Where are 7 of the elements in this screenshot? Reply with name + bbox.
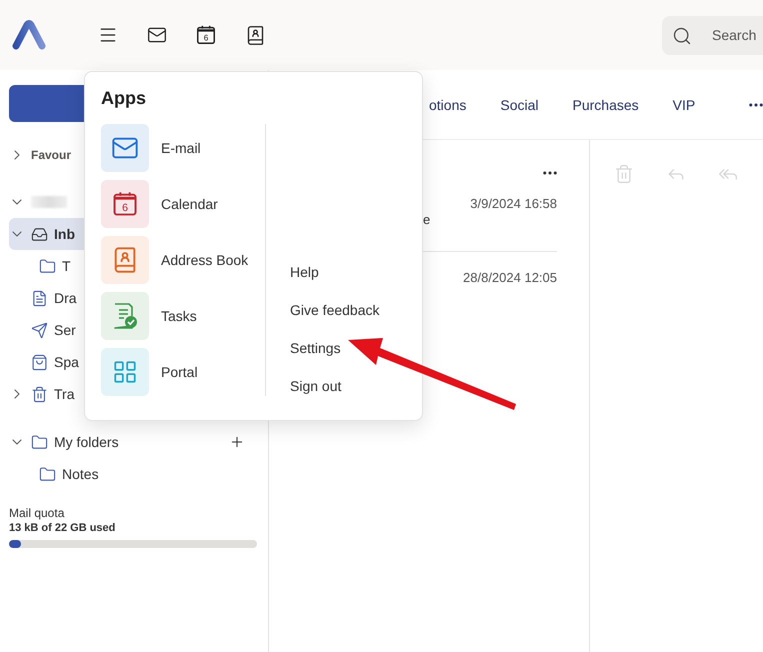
menu-title: Apps: [101, 88, 147, 109]
section-title: My folders: [54, 434, 119, 450]
quota-label: Mail quota: [9, 506, 66, 520]
quota-usage: 13 kB of 22 GB used: [9, 522, 116, 534]
message-preview: e: [423, 212, 430, 227]
message-date: 28/8/2024 12:05: [463, 270, 557, 285]
message-date: 3/9/2024 16:58: [470, 196, 557, 211]
